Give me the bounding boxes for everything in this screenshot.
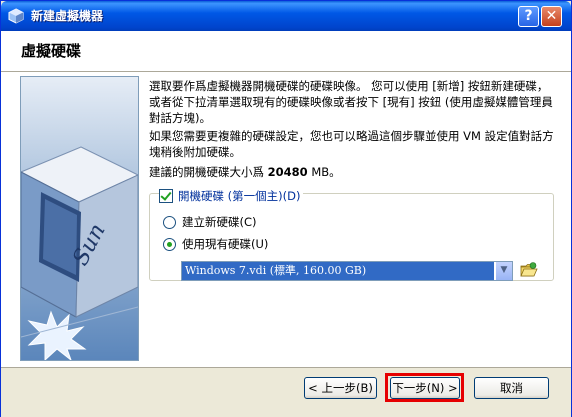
recommended-size-value: 20480 (267, 165, 308, 179)
title-bar[interactable]: 新建虛擬機器 ? ✕ (1, 1, 571, 31)
chevron-down-icon[interactable]: ▼ (495, 262, 512, 280)
boot-disk-checkbox[interactable]: 開機硬碟 (第一個主)(D) (159, 188, 304, 204)
sun-virtualbox-box-icon: Sun (21, 146, 138, 360)
recommended-size-text: 建議的開機硬碟大小爲 20480 MB。 (149, 164, 559, 180)
radio-selected-icon[interactable] (163, 237, 176, 251)
existing-disk-selected-value: Windows 7.vdi (標準, 160.00 GB) (182, 262, 494, 280)
cancel-button[interactable]: 取消 (474, 377, 549, 399)
folder-open-icon[interactable] (520, 261, 538, 279)
virtualbox-illustration: Sun (20, 76, 139, 361)
use-existing-disk-label: 使用現有硬碟(U) (182, 237, 269, 251)
create-new-disk-radio[interactable]: 建立新硬碟(C) (163, 214, 257, 230)
recommended-size-suffix: MB。 (307, 165, 341, 179)
wizard-window: 新建虛擬機器 ? ✕ 虛擬硬碟 Sun 選取要作爲虛擬機器開機硬碟的硬碟映像。 … (0, 0, 572, 417)
next-button-highlight (385, 373, 464, 402)
radio-unselected-icon[interactable] (163, 215, 176, 229)
close-button[interactable]: ✕ (541, 6, 562, 27)
info-paragraph-1: 選取要作爲虛擬機器開機硬碟的硬碟映像。 您可以使用 [新增] 按鈕新建硬碟，或者… (149, 79, 553, 125)
page-title: 虛擬硬碟 (21, 42, 82, 60)
checkbox-checked-icon[interactable] (159, 189, 173, 203)
back-button[interactable]: < 上一步(B) (304, 377, 377, 399)
create-new-disk-label: 建立新硬碟(C) (182, 215, 257, 229)
help-button[interactable]: ? (518, 6, 539, 27)
existing-disk-dropdown[interactable]: Windows 7.vdi (標準, 160.00 GB) ▼ (181, 261, 513, 281)
wizard-content: Sun 選取要作爲虛擬機器開機硬碟的硬碟映像。 您可以使用 [新增] 按鈕新建硬… (1, 72, 571, 367)
info-paragraph-2: 如果您需要更複雜的硬碟設定，您也可以略過這個步驟並使用 VM 設定值對話方塊稍後… (149, 129, 554, 159)
virtualbox-icon (8, 8, 24, 24)
recommended-size-prefix: 建議的開機硬碟大小爲 (149, 165, 268, 179)
page-header: 虛擬硬碟 (1, 31, 571, 72)
boot-disk-checkbox-label: 開機硬碟 (第一個主)(D) (178, 189, 301, 203)
window-title: 新建虛擬機器 (31, 9, 104, 23)
use-existing-disk-radio[interactable]: 使用現有硬碟(U) (163, 236, 268, 252)
